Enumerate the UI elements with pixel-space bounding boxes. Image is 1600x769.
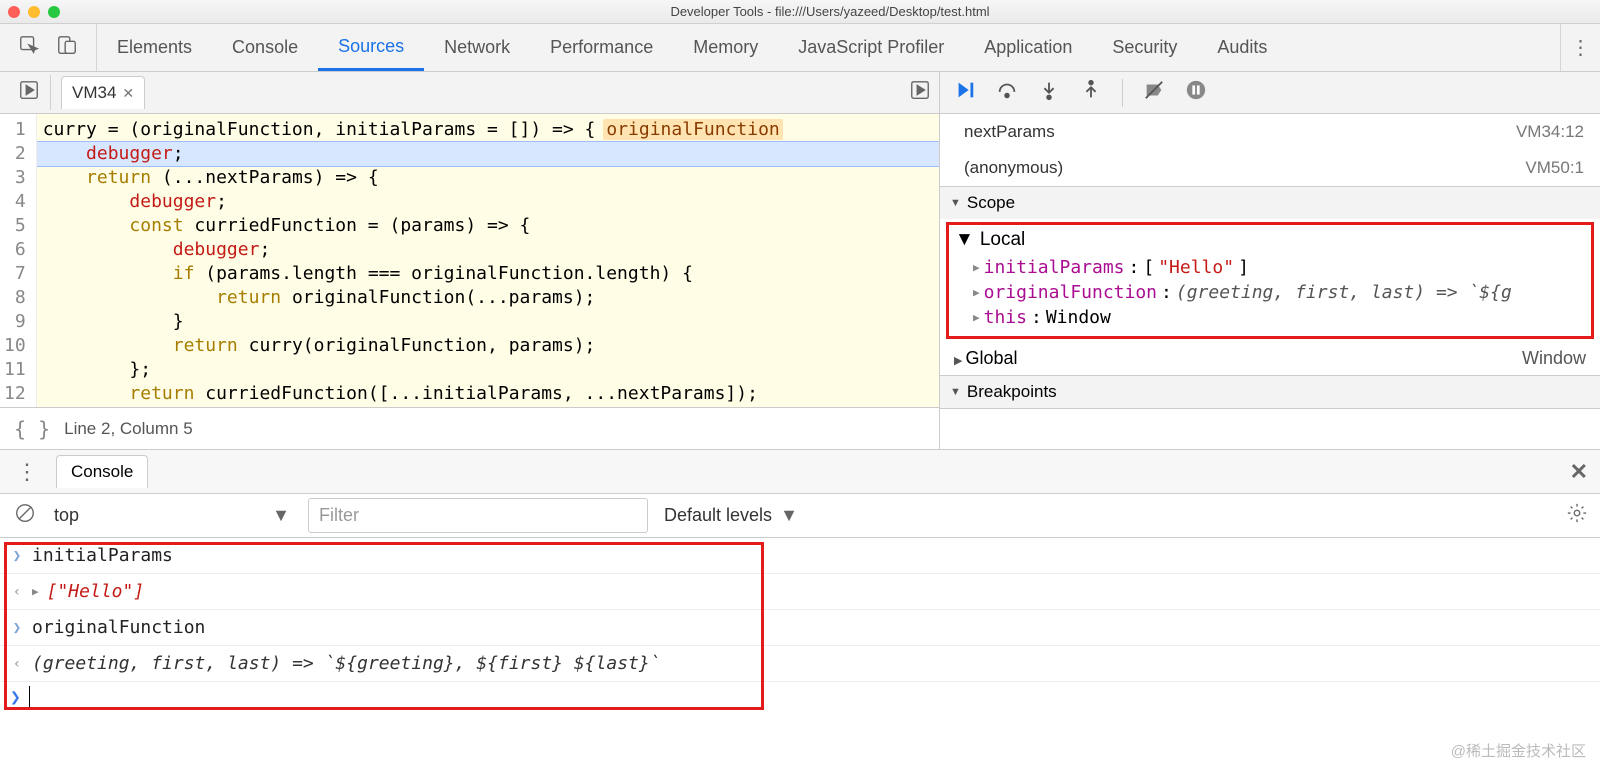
resume-icon[interactable]	[954, 79, 976, 106]
code-editor[interactable]: 123456789101112 curry = (originalFunctio…	[0, 114, 939, 407]
breakpoints-section: ▼Breakpoints	[940, 376, 1600, 409]
play-icon[interactable]	[8, 75, 51, 110]
panel-tabs: Elements Console Sources Network Perform…	[97, 24, 1560, 71]
console-prompt[interactable]: ❯	[0, 682, 1600, 712]
scope-section: ▼Scope ▼Local ▶initialParams: ["Hello"]▶…	[940, 187, 1600, 376]
tab-js-profiler[interactable]: JavaScript Profiler	[778, 24, 964, 71]
stack-frame[interactable]: (anonymous) VM50:1	[940, 150, 1600, 186]
pretty-print-icon[interactable]: { }	[14, 417, 50, 441]
debugger-pane: nextParams VM34:12 (anonymous) VM50:1 ▼S…	[940, 72, 1600, 449]
frame-name: nextParams	[964, 122, 1055, 142]
scope-header[interactable]: ▼Scope	[940, 187, 1600, 219]
tab-network[interactable]: Network	[424, 24, 530, 71]
console-tab[interactable]: Console	[56, 455, 148, 488]
frame-name: (anonymous)	[964, 158, 1063, 178]
console-row[interactable]: ‹(greeting, first, last) => `${greeting}…	[0, 646, 1600, 682]
scope-global[interactable]: ▶ Global Window	[940, 342, 1600, 375]
step-out-icon[interactable]	[1080, 79, 1102, 106]
clear-console-icon[interactable]	[14, 502, 36, 529]
console-row[interactable]: ❯initialParams	[0, 538, 1600, 574]
drawer-menu-icon[interactable]: ⋮	[10, 459, 44, 485]
code-area[interactable]: curry = (originalFunction, initialParams…	[37, 114, 939, 407]
stack-frame[interactable]: nextParams VM34:12	[940, 114, 1600, 150]
tab-audits[interactable]: Audits	[1197, 24, 1287, 71]
frame-location: VM34:12	[1516, 122, 1584, 142]
breakpoints-header[interactable]: ▼Breakpoints	[940, 376, 1600, 408]
devtools-toolbar: Elements Console Sources Network Perform…	[0, 24, 1600, 72]
scope-global-value: Window	[1522, 348, 1586, 369]
tab-security[interactable]: Security	[1092, 24, 1197, 71]
log-levels-selector[interactable]: Default levels▼	[664, 505, 798, 526]
tab-console[interactable]: Console	[212, 24, 318, 71]
run-snippet-icon[interactable]	[909, 79, 931, 106]
watermark: @稀土掘金技术社区	[1451, 740, 1586, 761]
console-tabbar: ⋮ Console ✕	[0, 450, 1600, 494]
device-toolbar-icon[interactable]	[56, 34, 78, 61]
sources-file-bar: VM34 ✕	[0, 72, 939, 114]
close-drawer-icon[interactable]: ✕	[1570, 459, 1588, 485]
console-row[interactable]: ❯originalFunction	[0, 610, 1600, 646]
scope-local-box: ▼Local ▶initialParams: ["Hello"]▶origina…	[946, 222, 1594, 339]
deactivate-breakpoints-icon[interactable]	[1143, 79, 1165, 106]
close-tab-icon[interactable]: ✕	[122, 85, 134, 102]
scope-local-header[interactable]: ▼Local	[949, 225, 1591, 255]
file-tab[interactable]: VM34 ✕	[61, 76, 145, 109]
line-gutter: 123456789101112	[0, 114, 37, 407]
filter-input[interactable]: Filter	[308, 498, 648, 533]
close-window[interactable]	[8, 6, 20, 18]
tab-sources[interactable]: Sources	[318, 24, 424, 71]
window-controls	[8, 6, 60, 18]
pause-exceptions-icon[interactable]	[1185, 79, 1207, 106]
console-drawer: ⋮ Console ✕ top▼ Filter Default levels▼ …	[0, 450, 1600, 769]
scope-var[interactable]: ▶initialParams: ["Hello"]	[949, 255, 1591, 280]
debugger-toolbar	[940, 72, 1600, 114]
minimize-window[interactable]	[28, 6, 40, 18]
tab-elements[interactable]: Elements	[97, 24, 212, 71]
tab-performance[interactable]: Performance	[530, 24, 673, 71]
titlebar: Developer Tools - file:///Users/yazeed/D…	[0, 0, 1600, 24]
call-stack: nextParams VM34:12 (anonymous) VM50:1	[940, 114, 1600, 187]
scope-var[interactable]: ▶this: Window	[949, 305, 1591, 330]
kebab-menu-icon[interactable]: ⋮	[1560, 24, 1600, 71]
step-over-icon[interactable]	[996, 79, 1018, 106]
console-settings-icon[interactable]	[1566, 502, 1588, 529]
inspect-element-icon[interactable]	[18, 34, 40, 61]
cursor-position: Line 2, Column 5	[64, 419, 193, 439]
step-into-icon[interactable]	[1038, 79, 1060, 106]
console-controls: top▼ Filter Default levels▼	[0, 494, 1600, 538]
scope-var[interactable]: ▶originalFunction: (greeting, first, las…	[949, 280, 1591, 305]
tab-memory[interactable]: Memory	[673, 24, 778, 71]
frame-location: VM50:1	[1525, 158, 1584, 178]
editor-status: { } Line 2, Column 5	[0, 407, 939, 449]
window-title: Developer Tools - file:///Users/yazeed/D…	[68, 4, 1592, 19]
context-selector[interactable]: top▼	[52, 501, 292, 530]
zoom-window[interactable]	[48, 6, 60, 18]
tab-application[interactable]: Application	[964, 24, 1092, 71]
file-tab-label: VM34	[72, 83, 116, 103]
console-row[interactable]: ‹▶ ["Hello"]	[0, 574, 1600, 610]
console-body[interactable]: ❯initialParams‹▶ ["Hello"]❯originalFunct…	[0, 538, 1600, 769]
